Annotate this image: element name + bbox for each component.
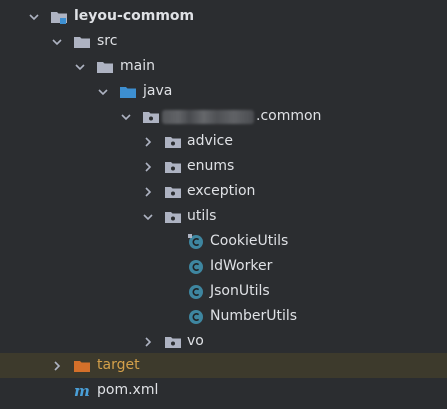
package-label: .common <box>256 108 322 124</box>
package-icon <box>164 184 182 200</box>
target-label: target <box>97 357 140 373</box>
svg-text:m: m <box>74 383 90 399</box>
java-class-icon <box>187 259 205 275</box>
class-label: IdWorker <box>210 258 273 274</box>
chevron-down-icon[interactable] <box>28 11 40 23</box>
java-class-icon <box>187 233 205 250</box>
chevron-right-icon[interactable] <box>142 161 154 173</box>
package-icon <box>142 109 160 125</box>
java-label: java <box>143 83 173 99</box>
tree-row-class[interactable]: IdWorker <box>0 254 447 279</box>
class-label: CookieUtils <box>210 233 289 249</box>
tree-row-enums[interactable]: enums <box>0 154 447 179</box>
redacted-package-name <box>162 110 254 124</box>
package-icon <box>164 209 182 225</box>
project-tree: leyou-commom src main java .common advic… <box>0 0 447 409</box>
class-label: NumberUtils <box>210 308 298 324</box>
tree-row-advice[interactable]: advice <box>0 129 447 154</box>
tree-row-module-root[interactable]: leyou-commom <box>0 4 447 29</box>
tree-row-target[interactable]: target <box>0 353 447 378</box>
module-folder-icon <box>50 9 68 25</box>
package-icon <box>164 334 182 350</box>
chevron-down-icon[interactable] <box>74 61 86 73</box>
source-root-folder-icon <box>119 84 137 100</box>
tree-row-utils[interactable]: utils <box>0 204 447 229</box>
chevron-down-icon[interactable] <box>142 211 154 223</box>
chevron-right-icon[interactable] <box>142 336 154 348</box>
package-label: enums <box>187 158 235 174</box>
chevron-down-icon[interactable] <box>120 111 132 123</box>
tree-row-class[interactable]: JsonUtils <box>0 279 447 304</box>
tree-row-src[interactable]: src <box>0 29 447 54</box>
chevron-down-icon[interactable] <box>51 36 63 48</box>
class-label: JsonUtils <box>210 283 270 299</box>
folder-icon <box>73 34 91 50</box>
java-class-icon <box>187 284 205 300</box>
tree-row-java[interactable]: java <box>0 79 447 104</box>
maven-icon: m <box>73 383 91 399</box>
tree-row-vo[interactable]: vo <box>0 329 447 354</box>
package-label: utils <box>187 208 217 224</box>
chevron-right-icon[interactable] <box>142 186 154 198</box>
vo-label: vo <box>187 333 204 349</box>
tree-row-package[interactable]: .common <box>0 104 447 129</box>
package-icon <box>164 159 182 175</box>
package-icon <box>164 134 182 150</box>
folder-icon <box>96 59 114 75</box>
tree-row-class[interactable]: CookieUtils <box>0 229 447 254</box>
src-label: src <box>97 33 118 49</box>
package-label: advice <box>187 133 233 149</box>
chevron-right-icon[interactable] <box>51 360 63 372</box>
main-label: main <box>120 58 155 74</box>
package-label: exception <box>187 183 256 199</box>
chevron-down-icon[interactable] <box>97 86 109 98</box>
excluded-folder-icon <box>73 358 91 374</box>
pom-label: pom.xml <box>97 382 159 398</box>
module-root-label: leyou-commom <box>74 8 195 24</box>
tree-row-main[interactable]: main <box>0 54 447 79</box>
chevron-right-icon[interactable] <box>142 136 154 148</box>
tree-row-exception[interactable]: exception <box>0 179 447 204</box>
tree-row-pom[interactable]: m pom.xml <box>0 378 447 403</box>
tree-row-class[interactable]: NumberUtils <box>0 304 447 329</box>
java-class-icon <box>187 309 205 325</box>
